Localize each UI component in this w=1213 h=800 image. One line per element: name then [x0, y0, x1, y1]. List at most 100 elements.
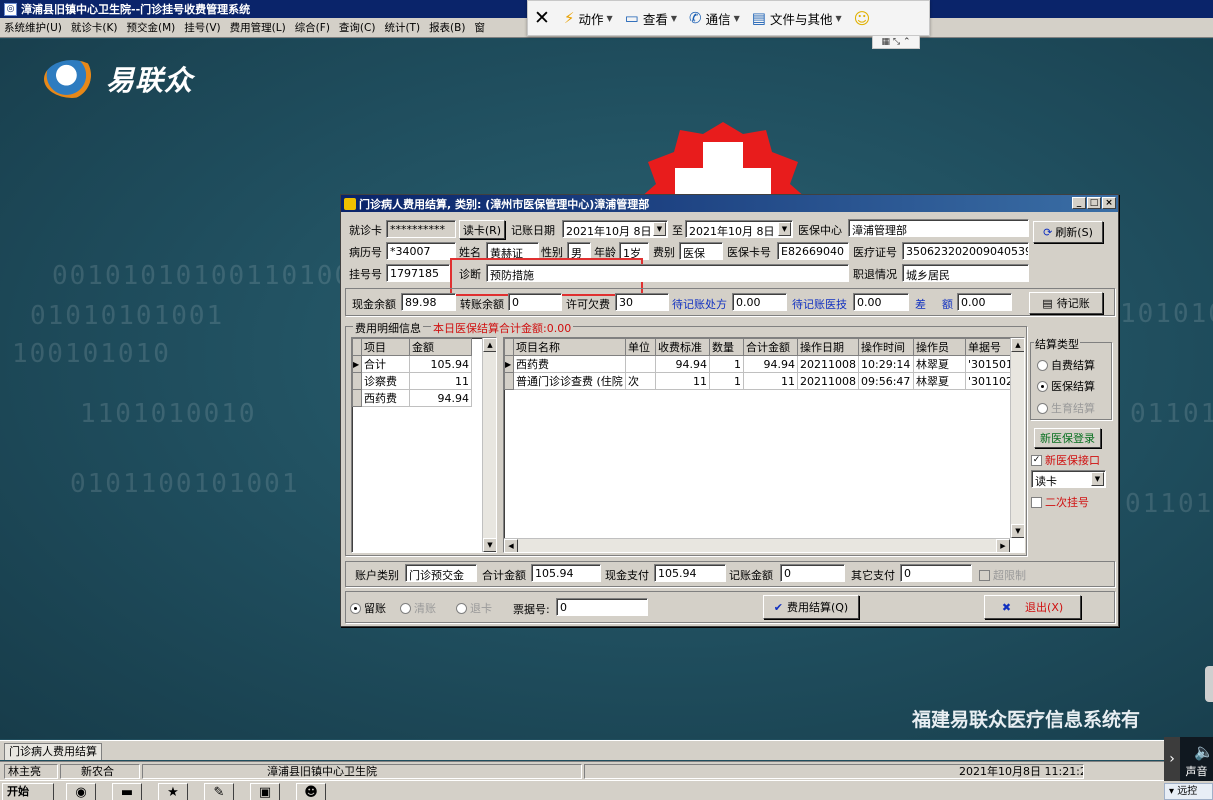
user-app-icon[interactable]: ☻	[296, 783, 326, 800]
menu-report[interactable]: 报表(B)	[429, 20, 465, 35]
detail-row[interactable]: ▶ 西药费 94.94 1 94.94 20211008 10:29:14 林翠…	[504, 355, 1017, 373]
app-title: 漳浦县旧镇中心卫生院--门诊挂号收费管理系统	[21, 3, 251, 16]
maternity-radio[interactable]: 生育结算	[1037, 400, 1095, 416]
menu-query[interactable]: 查询(C)	[339, 20, 376, 35]
browser-icon[interactable]: ◉	[66, 783, 96, 800]
side-panel-handle[interactable]	[1205, 666, 1213, 702]
menu-system[interactable]: 系统维护(U)	[4, 20, 62, 35]
scroll-up-icon[interactable]: ▲	[1011, 338, 1024, 352]
fee-type-field[interactable]: 医保	[679, 242, 723, 260]
binary-decoration: 011010010110	[1130, 399, 1213, 429]
daily-insurance-note: 本日医保结算合计金额:0.00	[431, 320, 574, 336]
menu-general[interactable]: 综合(F)	[295, 20, 330, 35]
insurance-radio[interactable]: 医保结算	[1037, 378, 1095, 394]
summary-row[interactable]: ▶ 合计 105.94	[352, 355, 472, 373]
menu-window[interactable]: 窗	[474, 20, 485, 35]
menu-prepay[interactable]: 预交金(M)	[126, 20, 175, 35]
date-from-picker[interactable]: 2021年10月 8日 ▼	[562, 220, 668, 238]
menu-stats[interactable]: 统计(T)	[384, 20, 420, 35]
transfer-balance-field[interactable]: 0	[508, 293, 562, 311]
chevron-down-icon[interactable]: ▼	[778, 222, 791, 236]
exit-button[interactable]: ✖ 退出(X)	[984, 595, 1081, 619]
record-no-field[interactable]: *34007	[386, 242, 456, 260]
smiley-icon[interactable]: ☺	[854, 9, 871, 28]
read-card-button[interactable]: 读卡(R)	[459, 220, 505, 239]
app-icon: ◎	[4, 2, 17, 16]
refresh-button[interactable]: ⟳ 刷新(S)	[1033, 221, 1103, 243]
dialog-title: 门诊病人费用结算, 类别: (漳州市医保管理中心)漳浦管理部	[359, 197, 650, 211]
close-button[interactable]: ×	[1102, 197, 1116, 209]
new-insurance-interface-checkbox[interactable]: ✓ 新医保接口	[1031, 452, 1100, 468]
detail-row[interactable]: 普通门诊诊查费 (住院 次 11 1 11 20211008 09:56:47 …	[504, 372, 1017, 390]
diagnosis-label: 诊断	[459, 268, 481, 281]
summary-header-item: 项目	[361, 338, 410, 356]
reg-no-field[interactable]: 1797185	[386, 264, 450, 282]
scroll-up-icon[interactable]: ▲	[483, 338, 496, 352]
cash-pay-field[interactable]: 105.94	[654, 564, 726, 582]
chevron-down-icon[interactable]: ▼	[653, 222, 666, 236]
binary-decoration: 100101010	[12, 339, 171, 369]
pending-tech-field[interactable]: 0.00	[853, 293, 909, 311]
minimize-button[interactable]: _	[1072, 197, 1086, 209]
detail-horizontal-scrollbar[interactable]: ◀ ▶	[504, 538, 1010, 552]
read-mode-select[interactable]: 读卡 ▼	[1031, 470, 1106, 488]
cash-balance-field[interactable]: 89.98	[401, 293, 456, 311]
menu-fee[interactable]: 费用管理(L)	[230, 20, 286, 35]
insurance-center-field[interactable]: 漳浦管理部	[848, 219, 1029, 237]
new-insurance-login-button[interactable]: 新医保登录	[1034, 428, 1101, 448]
employment-label: 职退情况	[853, 268, 897, 281]
scroll-down-icon[interactable]: ▼	[483, 538, 496, 552]
self-pay-radio[interactable]: 自费结算	[1037, 357, 1095, 373]
pending-prescription-field[interactable]: 0.00	[732, 293, 787, 311]
row-pointer-icon: ▶	[504, 355, 514, 373]
medical-cert-field[interactable]: 350623202009040539	[902, 242, 1029, 260]
return-card-radio[interactable]: 退卡	[456, 600, 492, 616]
settle-button[interactable]: ✔ 费用结算(Q)	[763, 595, 859, 619]
folder-icon[interactable]: ▬	[112, 783, 142, 800]
fee-detail-grid: 项目名称 单位 收费标准 数量 合计金额 操作日期 操作时间 操作员 单据号 ▶…	[503, 337, 1025, 553]
insurance-card-field[interactable]: E82669040	[777, 242, 849, 260]
remote-control-button[interactable]: ▾ 远控	[1164, 783, 1213, 800]
scroll-left-icon[interactable]: ◀	[504, 539, 518, 552]
over-limit-checkbox[interactable]: 超限制	[979, 567, 1026, 583]
total-amount-field[interactable]: 105.94	[531, 564, 601, 582]
difference-field[interactable]: 0.00	[957, 293, 1012, 311]
second-registration-checkbox[interactable]: 二次挂号	[1031, 494, 1089, 510]
toolbar-close-icon[interactable]: ✕	[534, 7, 550, 29]
other-pay-field[interactable]: 0	[900, 564, 972, 582]
toolbar-action[interactable]: ⚡ 动作 ▼	[564, 9, 613, 28]
toolbar-view[interactable]: ▭ 查看 ▼	[625, 9, 677, 28]
menu-card[interactable]: 就诊卡(K)	[71, 20, 118, 35]
tool-icon[interactable]: ✎	[204, 783, 234, 800]
menu-register[interactable]: 挂号(V)	[184, 20, 220, 35]
receipt-field[interactable]: 0	[556, 598, 648, 616]
card-field[interactable]: **********	[386, 220, 456, 238]
start-button[interactable]: 开始	[2, 783, 54, 800]
clear-account-radio[interactable]: 清账	[400, 600, 436, 616]
summary-scrollbar[interactable]: ▲ ▼	[482, 338, 496, 552]
maximize-button[interactable]: □	[1087, 197, 1101, 209]
diagnosis-field[interactable]: 预防措施	[486, 264, 849, 282]
monitor-icon[interactable]: ▣	[250, 783, 280, 800]
scroll-right-icon[interactable]: ▶	[996, 539, 1010, 552]
toolbar-pin-tab[interactable]: ▦ ⤡ ⌃	[872, 36, 920, 49]
employment-field[interactable]: 城乡居民	[902, 264, 1029, 282]
chevron-down-icon[interactable]: ▼	[1091, 472, 1104, 486]
check-icon: ✓	[1031, 454, 1042, 466]
allowed-debt-field[interactable]: 30	[615, 293, 669, 311]
task-tab-fee-settlement[interactable]: 门诊病人费用结算	[4, 743, 102, 760]
scroll-down-icon[interactable]: ▼	[1011, 524, 1024, 538]
charge-amount-field[interactable]: 0	[780, 564, 845, 582]
toolbar-files[interactable]: ▤ 文件与其他 ▼	[752, 9, 842, 28]
hold-account-radio[interactable]: 留账	[350, 600, 386, 616]
summary-row[interactable]: 诊察费 11	[352, 372, 472, 390]
summary-row[interactable]: 西药费 94.94	[352, 389, 472, 407]
detail-vertical-scrollbar[interactable]: ▲ ▼	[1010, 338, 1024, 538]
toolbar-comm[interactable]: ✆ 通信 ▼	[689, 9, 740, 28]
date-to-picker[interactable]: 2021年10月 8日 ▼	[685, 220, 793, 238]
tray-expand-icon[interactable]: ›	[1164, 737, 1180, 781]
account-type-field[interactable]: 门诊预交金	[405, 564, 477, 582]
app-shortcut-icon[interactable]: ★	[158, 783, 188, 800]
logo-text: 易联众	[106, 64, 194, 97]
pending-charge-button[interactable]: ▤ 待记账	[1029, 292, 1103, 314]
